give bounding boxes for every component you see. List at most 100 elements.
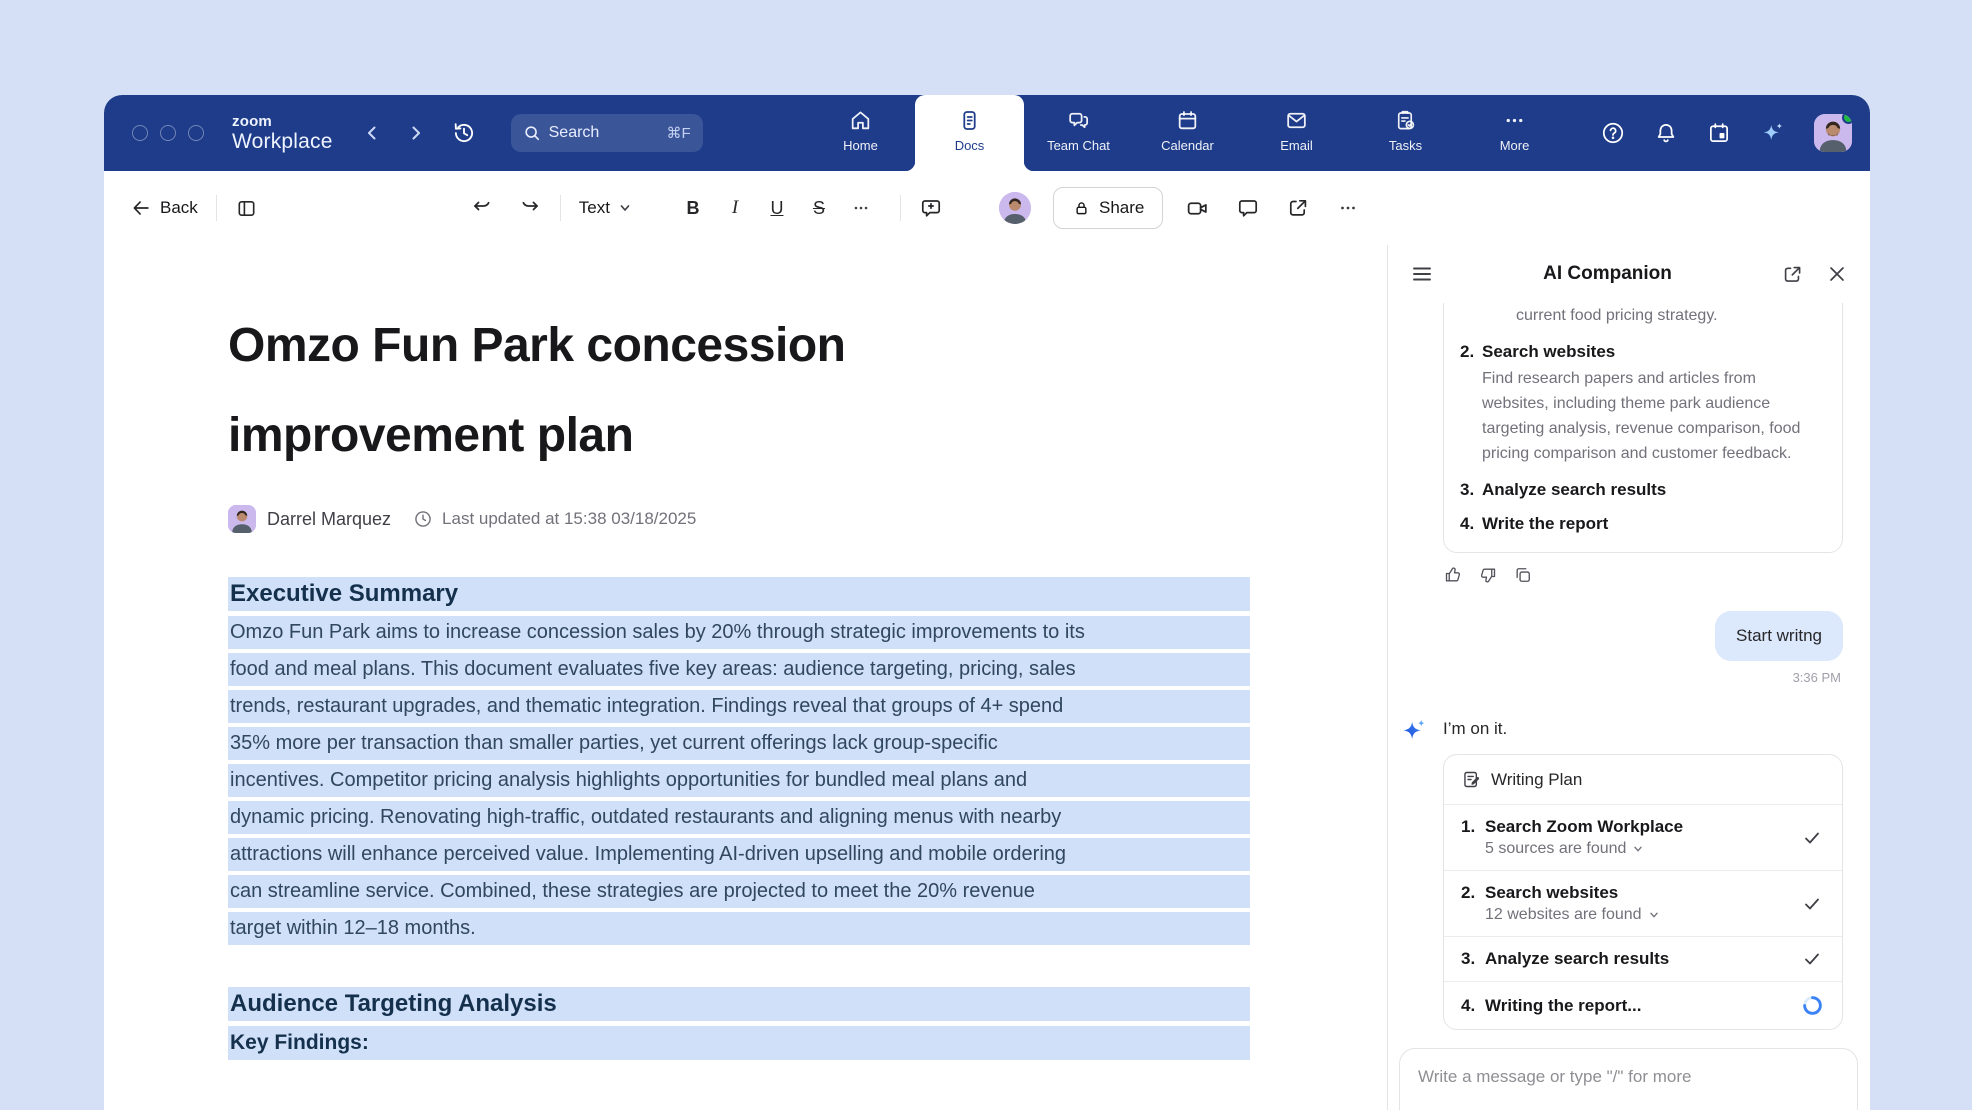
author-avatar xyxy=(228,505,256,533)
sidebar-toggle-icon[interactable] xyxy=(235,197,258,220)
tab-home[interactable]: Home xyxy=(806,95,915,171)
step-title: Writing the report... xyxy=(1485,996,1641,1016)
message-timestamp: 3:36 PM xyxy=(1388,670,1841,685)
doc-heading-executive-summary: Executive Summary xyxy=(228,577,1250,611)
tasks-icon xyxy=(1393,108,1418,133)
chevron-down-icon xyxy=(1648,909,1660,921)
tab-more[interactable]: More xyxy=(1460,95,1569,171)
team-chat-icon xyxy=(1066,108,1091,133)
writing-plan-card: Writing Plan 1.Search Zoom Workplace 5 s… xyxy=(1443,754,1843,1030)
plan-step-title: Search websites xyxy=(1482,342,1824,362)
plan-step-row: 2.Search websites 12 websites are found xyxy=(1444,871,1842,937)
assistant-message: I’m on it. xyxy=(1443,719,1843,739)
arrow-left-icon xyxy=(130,197,152,219)
search-shortcut: ⌘F xyxy=(666,124,690,142)
redo-icon[interactable] xyxy=(518,196,542,220)
doc-line: target within 12–18 months. xyxy=(228,912,1250,945)
step-websites-dropdown[interactable]: 12 websites are found xyxy=(1485,906,1799,924)
avatar-image xyxy=(999,192,1031,224)
toolbar-divider xyxy=(216,195,217,221)
doc-body: Executive Summary Omzo Fun Park aims to … xyxy=(228,577,1250,1060)
tab-calendar[interactable]: Calendar xyxy=(1133,95,1242,171)
assistant-message-text: I’m on it. xyxy=(1443,719,1507,738)
composer-input[interactable]: Write a message or type "/" for more xyxy=(1418,1067,1839,1087)
back-button[interactable]: Back xyxy=(130,197,198,219)
doc-line: incentives. Competitor pricing analysis … xyxy=(228,764,1250,797)
doc-heading-audience-targeting: Audience Targeting Analysis xyxy=(228,987,1250,1021)
home-icon xyxy=(848,108,873,133)
search-icon xyxy=(523,124,541,142)
calendar-icon xyxy=(1175,108,1200,133)
document-editor[interactable]: Omzo Fun Park concession improvement pla… xyxy=(104,245,1387,1110)
hamburger-menu-icon[interactable] xyxy=(1410,262,1434,286)
window-close-button[interactable] xyxy=(132,125,148,141)
share-button[interactable]: Share xyxy=(1053,187,1163,229)
tab-docs[interactable]: Docs xyxy=(915,95,1024,171)
user-message-bubble: Start writng xyxy=(1715,611,1843,661)
tab-team-chat[interactable]: Team Chat xyxy=(1024,95,1133,171)
tab-tasks[interactable]: Tasks xyxy=(1351,95,1460,171)
italic-button[interactable]: I xyxy=(714,197,756,219)
more-actions-icon[interactable] xyxy=(1336,196,1360,220)
collaborator-avatar[interactable] xyxy=(999,192,1031,224)
window-zoom-button[interactable] xyxy=(188,125,204,141)
chat-icon[interactable] xyxy=(1236,196,1260,220)
text-style-dropdown[interactable]: Text xyxy=(579,198,632,218)
notifications-bell-icon[interactable] xyxy=(1653,120,1679,146)
loading-spinner-icon xyxy=(1801,994,1824,1017)
doc-line: dynamic pricing. Renovating high-traffic… xyxy=(228,801,1250,834)
plan-step-description: Find research papers and articles from w… xyxy=(1482,366,1824,466)
thumbs-down-icon[interactable] xyxy=(1478,565,1498,585)
strikethrough-button[interactable]: S xyxy=(798,198,840,219)
docs-icon xyxy=(957,108,982,133)
zoom-workplace-logo: zoom Workplace xyxy=(232,114,333,152)
logo-workplace-text: Workplace xyxy=(232,131,333,152)
status-available-dot xyxy=(1842,114,1852,124)
doc-line: can streamline service. Combined, these … xyxy=(228,875,1250,908)
ai-message-thread[interactable]: current food pricing strategy. 2. Search… xyxy=(1388,303,1870,1110)
doc-line: attractions will enhance perceived value… xyxy=(228,838,1250,871)
thumbs-up-icon[interactable] xyxy=(1443,565,1463,585)
bold-button[interactable]: B xyxy=(672,198,714,219)
more-formatting-icon[interactable] xyxy=(840,197,882,219)
ai-sparkle-icon xyxy=(1399,716,1429,746)
window-minimize-button[interactable] xyxy=(160,125,176,141)
help-icon[interactable] xyxy=(1600,120,1626,146)
forward-chevron-icon[interactable] xyxy=(407,124,425,142)
open-external-icon[interactable] xyxy=(1286,196,1310,220)
close-icon[interactable] xyxy=(1826,263,1848,285)
underline-button[interactable]: U xyxy=(756,198,798,219)
add-comment-icon[interactable] xyxy=(919,196,943,220)
ai-panel-header: AI Companion xyxy=(1388,245,1870,303)
user-avatar[interactable] xyxy=(1814,114,1852,152)
ai-companion-panel: AI Companion current food pricing strate… xyxy=(1387,245,1870,1110)
pop-out-icon[interactable] xyxy=(1781,263,1804,286)
ai-companion-sparkle-icon[interactable] xyxy=(1759,119,1787,147)
writing-plan-icon xyxy=(1461,769,1482,790)
step-sources-dropdown[interactable]: 5 sources are found xyxy=(1485,840,1799,858)
more-ellipsis-icon xyxy=(1502,108,1527,133)
doc-line: food and meal plans. This document evalu… xyxy=(228,653,1250,686)
lock-icon xyxy=(1072,199,1091,218)
search-input[interactable]: Search ⌘F xyxy=(511,114,703,152)
window-controls[interactable] xyxy=(132,125,204,141)
history-icon[interactable] xyxy=(451,120,477,146)
doc-line: 35% more per transaction than smaller pa… xyxy=(228,727,1250,760)
check-icon xyxy=(1802,828,1822,848)
step-title: Search websites xyxy=(1485,883,1618,903)
plan-preview-card: current food pricing strategy. 2. Search… xyxy=(1443,303,1843,553)
chevron-down-icon xyxy=(1632,843,1644,855)
plan-step-title: Write the report xyxy=(1482,514,1608,534)
workspace-calendar-icon[interactable] xyxy=(1706,120,1732,146)
video-meeting-icon[interactable] xyxy=(1185,196,1210,221)
tab-email[interactable]: Email xyxy=(1242,95,1351,171)
writing-plan-title: Writing Plan xyxy=(1491,770,1582,790)
clock-icon xyxy=(413,509,433,529)
top-navbar: zoom Workplace Search ⌘F Home Docs Te xyxy=(104,95,1870,171)
doc-line: trends, restaurant upgrades, and themati… xyxy=(228,690,1250,723)
doc-title: Omzo Fun Park concession improvement pla… xyxy=(228,301,1387,481)
undo-icon[interactable] xyxy=(470,196,494,220)
back-chevron-icon[interactable] xyxy=(363,124,381,142)
primary-nav-tabs: Home Docs Team Chat Calendar Email Tasks xyxy=(806,95,1569,171)
copy-icon[interactable] xyxy=(1513,565,1533,585)
